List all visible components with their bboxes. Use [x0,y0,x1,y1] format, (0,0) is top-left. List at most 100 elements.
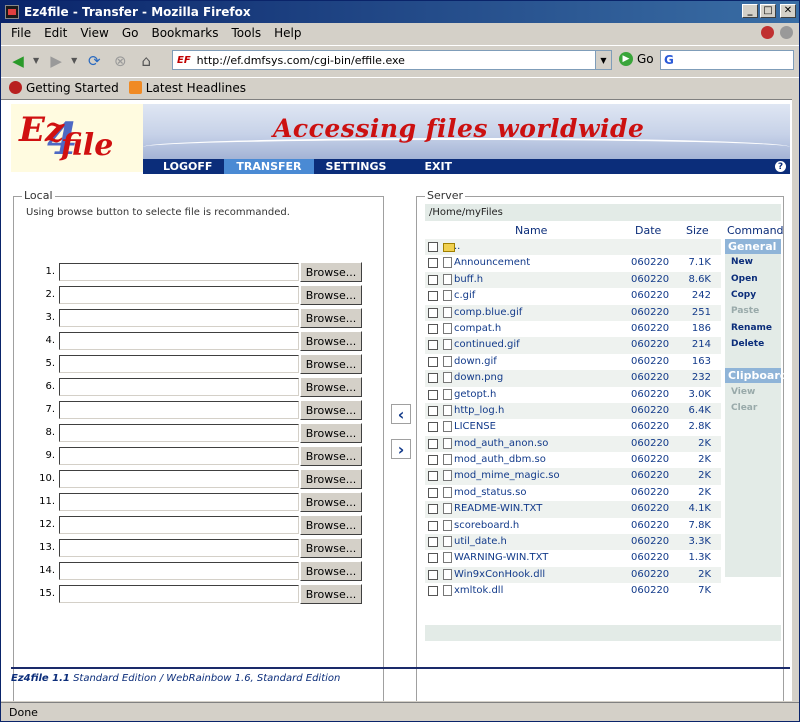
file-row[interactable]: http_log.h 060220 6.4K [425,402,721,420]
file-name[interactable]: down.png [454,372,503,383]
file-path-input[interactable] [59,493,299,511]
file-path-input[interactable] [59,286,299,304]
file-row[interactable]: mod_mime_magic.so 060220 2K [425,468,721,485]
file-path-input[interactable] [59,309,299,327]
file-name[interactable]: comp.blue.gif [454,307,522,318]
file-row[interactable]: README-WIN.TXT 060220 4.1K [425,501,721,518]
file-checkbox[interactable] [428,356,438,367]
file-checkbox[interactable] [428,553,438,564]
file-row[interactable]: WARNING-WIN.TXT 060220 1.3K [425,550,721,566]
browse-button[interactable]: Browse... [300,561,362,581]
browse-button[interactable]: Browse... [300,446,362,466]
file-name[interactable]: Announcement [454,257,530,268]
browse-button[interactable]: Browse... [300,423,362,443]
file-path-input[interactable] [59,401,299,419]
file-checkbox[interactable] [428,258,438,269]
file-path-input[interactable] [59,424,299,442]
file-name[interactable]: mod_status.so [454,487,526,498]
file-name[interactable]: c.gif [454,290,475,301]
search-input[interactable]: G [660,50,794,70]
file-path-input[interactable] [59,263,299,281]
browse-button[interactable]: Browse... [300,285,362,305]
help-icon[interactable]: ? [775,161,786,172]
file-row[interactable]: scoreboard.h 060220 7.8K [425,518,721,534]
forward-icon[interactable]: ▶ [45,50,67,72]
forward-dropdown-icon[interactable]: ▼ [71,56,77,65]
page-scrollbar[interactable] [792,99,799,701]
col-date[interactable]: Date [635,224,661,237]
stop-icon[interactable]: ⊗ [109,50,131,72]
file-path-input[interactable] [59,355,299,373]
browse-button[interactable]: Browse... [300,354,362,374]
file-row[interactable]: Win9xConHook.dll 060220 2K [425,566,721,584]
file-name[interactable]: xmltok.dll [454,585,503,596]
command-new[interactable]: New [725,254,781,270]
browse-button[interactable]: Browse... [300,400,362,420]
file-checkbox[interactable] [428,471,438,482]
file-checkbox[interactable] [428,373,438,384]
file-checkbox[interactable] [428,291,438,302]
browse-button[interactable]: Browse... [300,331,362,351]
file-row[interactable]: mod_status.so 060220 2K [425,485,721,501]
file-name[interactable]: util_date.h [454,536,507,547]
file-row[interactable]: mod_auth_dbm.so 060220 2K [425,452,721,468]
file-checkbox[interactable] [428,405,438,416]
file-checkbox[interactable] [428,520,438,531]
file-name[interactable]: mod_mime_magic.so [454,470,560,481]
url-dropdown-icon[interactable]: ▼ [595,51,611,69]
browse-button[interactable]: Browse... [300,308,362,328]
file-checkbox[interactable] [428,438,438,449]
file-name[interactable]: mod_auth_dbm.so [454,454,546,465]
menu-tools[interactable]: Tools [226,26,269,40]
file-row[interactable]: down.gif 060220 163 [425,354,721,370]
file-checkbox[interactable] [428,242,438,252]
file-path-input[interactable] [59,378,299,396]
close-button[interactable]: ✕ [780,4,796,18]
file-row[interactable]: down.png 060220 232 [425,370,721,387]
command-rename[interactable]: Rename [725,320,781,336]
menu-edit[interactable]: Edit [38,26,74,40]
bookmark-getting-started[interactable]: Getting Started [9,81,119,95]
command-open[interactable]: Open [725,270,781,286]
upload-left-button[interactable]: ‹ [391,404,411,424]
menu-go[interactable]: Go [116,26,146,40]
home-icon[interactable]: ⌂ [135,50,157,72]
file-row[interactable]: buff.h 060220 8.6K [425,271,721,289]
file-name[interactable]: buff.h [454,274,483,285]
browse-button[interactable]: Browse... [300,262,362,282]
file-path-input[interactable] [59,516,299,534]
file-name[interactable]: http_log.h [454,405,504,416]
browse-button[interactable]: Browse... [300,584,362,604]
file-checkbox[interactable] [428,307,438,318]
col-size[interactable]: Size [686,224,709,237]
reload-icon[interactable]: ⟳ [83,50,105,72]
file-row[interactable]: LICENSE 060220 2.8K [425,419,721,435]
go-button[interactable]: ▶ Go [619,52,654,66]
nav-logoff[interactable]: LOGOFF [151,159,224,174]
file-name[interactable]: continued.gif [454,339,520,350]
file-path-input[interactable] [59,539,299,557]
file-name[interactable]: Win9xConHook.dll [454,569,545,580]
file-row[interactable]: .. [425,239,721,256]
file-row[interactable]: continued.gif 060220 214 [425,337,721,354]
menu-help[interactable]: Help [268,26,308,40]
file-checkbox[interactable] [428,422,438,433]
nav-transfer[interactable]: TRANSFER [224,159,314,174]
command-copy[interactable]: Copy [725,287,781,303]
file-row[interactable]: Announcement 060220 7.1K [425,255,721,271]
file-path-input[interactable] [59,447,299,465]
file-checkbox[interactable] [428,274,438,285]
col-name[interactable]: Name [515,224,547,237]
menu-view[interactable]: View [74,26,115,40]
url-bar[interactable]: EF http://ef.dmfsys.com/cgi-bin/effile.e… [172,50,612,70]
nav-settings[interactable]: SETTINGS [314,159,399,174]
file-name[interactable]: WARNING-WIN.TXT [454,552,548,563]
file-name[interactable]: mod_auth_anon.so [454,438,548,449]
file-path-input[interactable] [59,562,299,580]
browse-button[interactable]: Browse... [300,515,362,535]
minimize-button[interactable]: _ [742,4,758,18]
file-row[interactable]: comp.blue.gif 060220 251 [425,304,721,321]
file-name[interactable]: .. [454,241,460,252]
nav-exit[interactable]: EXIT [412,159,464,174]
file-checkbox[interactable] [428,586,438,597]
